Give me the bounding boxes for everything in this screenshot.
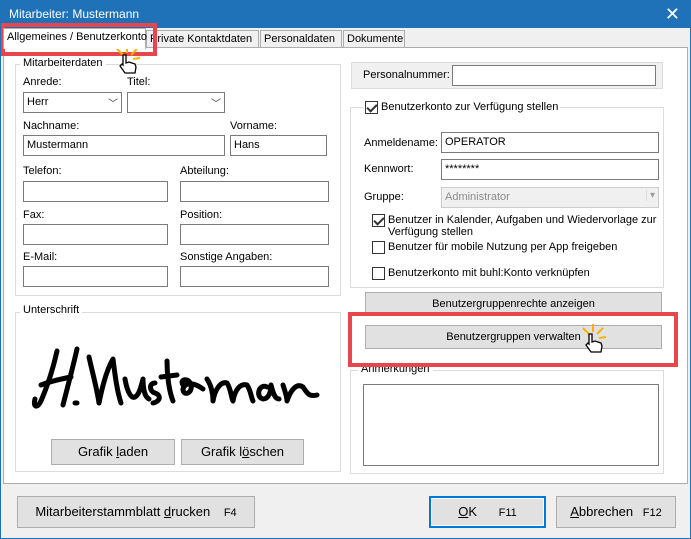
vorname-input[interactable]: Hans: [230, 135, 327, 156]
kennwort-label: Kennwort:: [364, 163, 414, 175]
anrede-value: Herr: [27, 96, 49, 108]
ok-label-underline: O: [458, 504, 469, 519]
employee-dialog: Mitarbeiter: Mustermann ✕ Allgemeines / …: [0, 0, 691, 539]
nachname-label: Nachname:: [23, 120, 80, 132]
abbrechen-label-post: bbrechen: [578, 504, 634, 519]
drucken-label-pre: Mitarbeiterstammblatt: [35, 504, 164, 519]
telefon-label: Telefon:: [23, 165, 62, 177]
grafik-laden-button[interactable]: Grafik laden: [51, 439, 175, 465]
ok-label-post: K: [468, 504, 478, 519]
chevron-down-icon: ﹀: [108, 99, 118, 110]
hand-cursor-icon: [582, 324, 607, 353]
kalender-line2: Verfügung stellen: [388, 226, 474, 238]
position-label: Position:: [180, 209, 223, 221]
tab-private-kontaktdaten[interactable]: Private Kontaktdaten: [146, 30, 259, 48]
stammblatt-drucken-button[interactable]: Mitarbeiterstammblatt drucken F4: [17, 496, 255, 528]
anmeldename-input[interactable]: OPERATOR: [441, 132, 659, 153]
gruppe-select: Administrator ▾: [441, 187, 659, 208]
personalnummer-input[interactable]: [452, 65, 656, 86]
nachname-input[interactable]: Mustermann: [23, 135, 225, 156]
check-icon: [365, 101, 378, 114]
buhl-checkbox[interactable]: Benutzerkonto mit buhl:Konto verknüpfen: [372, 267, 590, 281]
kalender-checkbox[interactable]: Benutzer in Kalender, Aufgaben und Wiede…: [372, 214, 656, 238]
kalender-checkbox-text: Benutzer in Kalender, Aufgaben und Wiede…: [388, 214, 656, 238]
grafik-laden-label-post: aden: [119, 444, 149, 459]
sonstige-label: Sonstige Angaben:: [180, 251, 273, 263]
abteilung-label: Abteilung:: [180, 165, 229, 177]
anrede-select[interactable]: Herr ﹀: [23, 92, 122, 113]
drucken-shortcut: F4: [223, 507, 237, 519]
titel-select[interactable]: ﹀: [127, 92, 225, 113]
email-label: E-Mail:: [23, 251, 58, 263]
kennwort-input[interactable]: ********: [441, 159, 659, 180]
checkbox-empty-icon: [372, 267, 385, 280]
gruppe-value: Administrator: [445, 191, 510, 203]
ok-shortcut: F11: [498, 507, 517, 519]
benutzerkonto-checkbox-label: Benutzerkonto zur Verfügung stellen: [381, 101, 559, 113]
kalender-line1: Benutzer in Kalender, Aufgaben und Wiede…: [388, 214, 657, 226]
titel-label: Titel:: [127, 76, 151, 88]
personalnummer-label: Personalnummer:: [363, 69, 450, 81]
position-input[interactable]: [180, 224, 329, 245]
telefon-input[interactable]: [23, 181, 168, 202]
tab-dokumente[interactable]: Dokumente: [343, 30, 405, 48]
checkbox-empty-icon: [372, 241, 385, 254]
vorname-label: Vorname:: [230, 120, 278, 132]
fax-label: Fax:: [23, 209, 45, 221]
abteilung-input[interactable]: [180, 181, 329, 202]
hand-cursor-icon: [116, 45, 141, 74]
mobile-checkbox-label: Benutzer für mobile Nutzung per App frei…: [388, 241, 618, 253]
fax-input[interactable]: [23, 224, 168, 245]
abbrechen-label-underline: A: [570, 504, 579, 519]
check-icon: [372, 214, 385, 227]
tab-personaldaten[interactable]: Personaldaten: [260, 30, 342, 48]
mitarbeiterdaten-group-label: Mitarbeiterdaten: [20, 57, 106, 69]
tab-allgemeines[interactable]: Allgemeines / Benutzerkonto: [3, 28, 147, 49]
benutzerkonto-checkbox[interactable]: Benutzerkonto zur Verfügung stellen: [363, 101, 561, 115]
close-icon[interactable]: ✕: [665, 4, 680, 24]
grafik-loeschen-button[interactable]: Grafik löschen: [181, 439, 304, 465]
chevron-down-icon: ﹀: [211, 99, 221, 110]
ok-button[interactable]: OK F11: [429, 496, 546, 528]
mobile-checkbox[interactable]: Benutzer für mobile Nutzung per App frei…: [372, 241, 617, 255]
grafik-loeschen-label-post: schen: [249, 444, 285, 459]
signature-drawing: [32, 346, 320, 409]
anmerkungen-textarea[interactable]: [363, 384, 659, 466]
button-highlight-frame: [348, 312, 678, 367]
anmeldename-label: Anmeldename:: [364, 137, 438, 149]
grafik-loeschen-label-pre: Grafik l: [200, 444, 243, 459]
email-input[interactable]: [23, 266, 168, 287]
abbrechen-button[interactable]: Abbrechen F12: [556, 496, 676, 528]
window-title: Mitarbeiter: Mustermann: [9, 7, 140, 21]
tab-panel: Mitarbeiterdaten Anrede: Herr ﹀ Titel: ﹀…: [3, 47, 688, 484]
unterschrift-group-label: Unterschrift: [20, 304, 83, 316]
buhl-checkbox-label: Benutzerkonto mit buhl:Konto verknüpfen: [388, 267, 590, 279]
chevron-down-icon: ▾: [645, 190, 655, 201]
abbrechen-shortcut: F12: [642, 507, 662, 519]
grafik-laden-label-pre: Grafik: [77, 444, 117, 459]
sonstige-input[interactable]: [180, 266, 329, 287]
signature-image: [27, 339, 326, 419]
gruppe-label: Gruppe:: [364, 191, 404, 203]
anrede-label: Anrede:: [23, 76, 62, 88]
drucken-label-post: rucken: [171, 504, 211, 519]
